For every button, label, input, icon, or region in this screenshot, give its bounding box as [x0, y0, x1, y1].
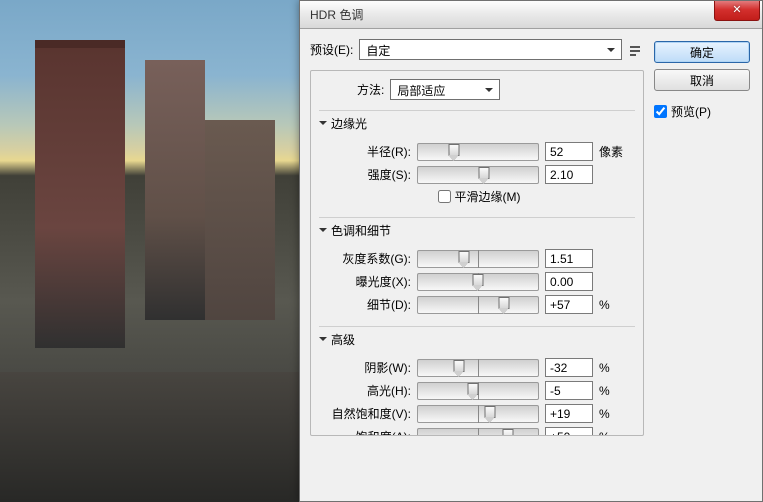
saturation-slider[interactable] — [417, 428, 539, 437]
smooth-edges-label: 平滑边缘(M) — [455, 188, 521, 205]
vibrance-label: 自然饱和度(V): — [323, 405, 411, 422]
section-tone-detail: 色调和细节 灰度系数(G): 曝光度(X): — [319, 217, 635, 320]
method-label: 方法: — [357, 81, 384, 98]
gamma-slider[interactable] — [417, 250, 539, 268]
disclosure-triangle-icon — [319, 121, 327, 129]
strength-input[interactable] — [545, 165, 593, 184]
highlight-label: 高光(H): — [323, 382, 411, 399]
vibrance-unit: % — [599, 407, 625, 421]
disclosure-triangle-icon — [319, 337, 327, 345]
exposure-label: 曝光度(X): — [323, 273, 411, 290]
disclosure-triangle-icon — [319, 228, 327, 236]
detail-slider[interactable] — [417, 296, 539, 314]
cancel-button[interactable]: 取消 — [654, 69, 750, 91]
section-title: 高级 — [331, 331, 355, 348]
detail-unit: % — [599, 298, 625, 312]
preview-label: 预览(P) — [671, 103, 711, 120]
strength-slider[interactable] — [417, 166, 539, 184]
preset-value: 自定 — [366, 44, 390, 58]
method-dropdown[interactable]: 局部适应 — [390, 79, 500, 100]
options-panel: 方法: 局部适应 边缘光 半径(R): — [310, 70, 644, 436]
shadow-slider[interactable] — [417, 359, 539, 377]
detail-input[interactable] — [545, 295, 593, 314]
highlight-unit: % — [599, 384, 625, 398]
shadow-label: 阴影(W): — [323, 359, 411, 376]
section-title: 边缘光 — [331, 115, 367, 132]
highlight-slider[interactable] — [417, 382, 539, 400]
titlebar[interactable]: HDR 色调 ✕ — [300, 1, 762, 29]
preset-menu-icon[interactable] — [628, 42, 644, 58]
gamma-label: 灰度系数(G): — [323, 250, 411, 267]
strength-label: 强度(S): — [323, 166, 411, 183]
preview-image-glow — [150, 140, 180, 220]
section-head-tone-detail[interactable]: 色调和细节 — [319, 218, 635, 243]
window-title: HDR 色调 — [310, 6, 363, 23]
detail-label: 细节(D): — [323, 296, 411, 313]
section-head-edge-glow[interactable]: 边缘光 — [319, 111, 635, 136]
exposure-slider[interactable] — [417, 273, 539, 291]
smooth-edges-checkbox[interactable] — [438, 190, 451, 203]
vibrance-slider[interactable] — [417, 405, 539, 423]
saturation-input[interactable] — [545, 427, 593, 436]
saturation-label: 饱和度(A): — [323, 428, 411, 436]
radius-label: 半径(R): — [323, 143, 411, 160]
radius-slider[interactable] — [417, 143, 539, 161]
section-edge-glow: 边缘光 半径(R): 像素 强度(S): — [319, 110, 635, 211]
preset-dropdown[interactable]: 自定 — [359, 39, 622, 60]
section-title: 色调和细节 — [331, 222, 391, 239]
section-head-advanced[interactable]: 高级 — [319, 327, 635, 352]
saturation-unit: % — [599, 430, 625, 437]
radius-unit: 像素 — [599, 143, 625, 160]
vibrance-input[interactable] — [545, 404, 593, 423]
preview-image-road — [0, 372, 299, 502]
shadow-input[interactable] — [545, 358, 593, 377]
preview-checkbox[interactable] — [654, 105, 667, 118]
preset-label: 预设(E): — [310, 41, 353, 58]
ok-button[interactable]: 确定 — [654, 41, 750, 63]
hdr-toning-dialog: HDR 色调 ✕ 预设(E): 自定 方法: 局部适应 — [299, 0, 763, 502]
preview-image-building — [205, 120, 275, 320]
method-value: 局部适应 — [397, 84, 445, 98]
radius-input[interactable] — [545, 142, 593, 161]
section-advanced: 高级 阴影(W): % 高光(H): % — [319, 326, 635, 436]
close-button[interactable]: ✕ — [714, 1, 760, 21]
gamma-input[interactable] — [545, 249, 593, 268]
shadow-unit: % — [599, 361, 625, 375]
preview-image — [0, 0, 299, 502]
exposure-input[interactable] — [545, 272, 593, 291]
highlight-input[interactable] — [545, 381, 593, 400]
